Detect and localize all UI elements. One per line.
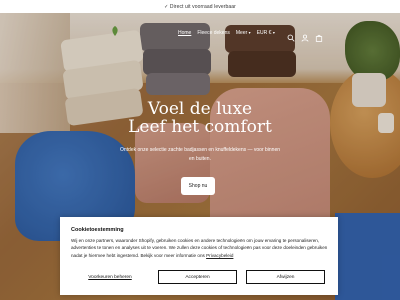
main-nav: Home Fleece dekens Meer ▾ EUR € ▾ <box>178 30 275 36</box>
leaf-logo-icon <box>112 26 118 36</box>
hero-title: Voel de luxe Leef het comfort <box>0 100 400 136</box>
privacy-policy-link[interactable]: Privacybeleid <box>206 253 233 258</box>
shop-now-button[interactable]: Shop nu <box>181 177 215 195</box>
cookie-title: Cookietoestemming <box>71 227 124 233</box>
cookie-text: Wij en onze partners, waaronder Shopify,… <box>71 237 329 259</box>
cart-icon[interactable] <box>315 29 323 42</box>
announcement-bar: ✓ Direct uit voorraad leverbaar <box>0 0 400 13</box>
currency-label: EUR € <box>256 30 272 36</box>
nav-item-meer-label: Meer <box>235 30 248 36</box>
chevron-down-icon: ▾ <box>248 30 251 35</box>
cookie-body: Wij en onze partners, waaronder Shopify,… <box>71 238 328 258</box>
chevron-down-icon: ▾ <box>272 30 275 35</box>
announcement-text: ✓ Direct uit voorraad leverbaar <box>164 3 236 10</box>
cookie-consent-banner: Cookietoestemming Wij en onze partners, … <box>60 217 338 295</box>
hero-title-line2: Leef het comfort <box>128 117 272 137</box>
search-icon[interactable] <box>287 29 295 42</box>
hero-title-line1: Voel de luxe <box>147 99 253 119</box>
nav-item-home[interactable]: Home <box>178 30 191 36</box>
hero-subtitle: Ontdek onze selectie zachte badjassen en… <box>120 147 281 162</box>
currency-selector[interactable]: EUR € ▾ <box>257 30 275 36</box>
reject-button[interactable]: Afwijzen <box>246 270 325 284</box>
accept-button[interactable]: Accepteren <box>158 270 237 284</box>
header-icons <box>287 29 323 42</box>
cookie-buttons: Voorkeuren beheren Accepteren Afwijzen <box>71 270 325 284</box>
manage-preferences-button[interactable]: Voorkeuren beheren <box>71 270 149 284</box>
account-icon[interactable] <box>301 29 309 42</box>
nav-item-fleece-dekens[interactable]: Fleece dekens <box>197 30 230 36</box>
logo[interactable] <box>105 25 125 43</box>
nav-item-meer[interactable]: Meer ▾ <box>236 30 251 36</box>
